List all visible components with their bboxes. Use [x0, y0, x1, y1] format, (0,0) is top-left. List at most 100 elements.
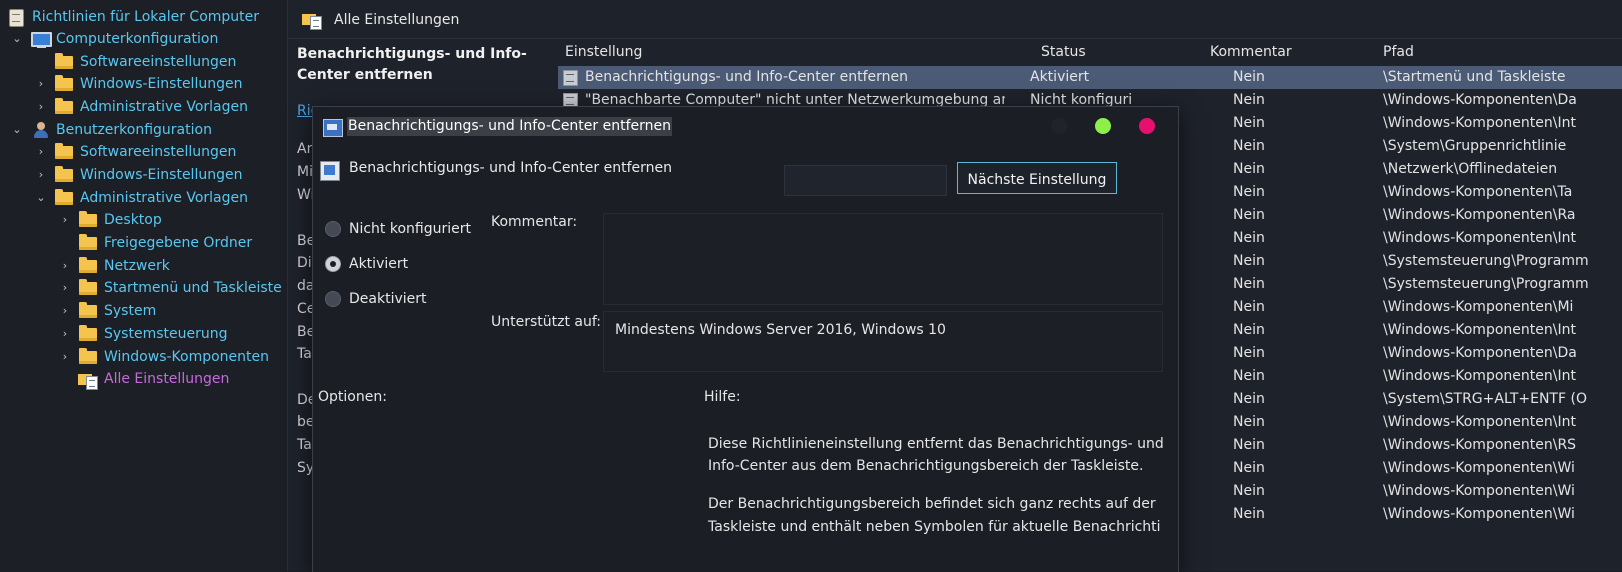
policy-setting-icon: [320, 161, 340, 181]
computer-icon: [30, 30, 52, 48]
tree-label: Administrative Vorlagen: [80, 99, 249, 115]
tree-item-system[interactable]: › System: [58, 300, 156, 322]
tree-label: Windows-Komponenten: [104, 349, 270, 365]
folder-icon: [54, 166, 74, 184]
description-text: Ta: [297, 437, 312, 453]
supported-on-label: Unterstützt auf:: [491, 314, 602, 330]
tree-item-all-settings[interactable]: Alle Einstellungen: [78, 368, 229, 390]
column-header-label: Status: [1041, 44, 1086, 60]
column-header-status[interactable]: ⌃ Status: [1041, 40, 1086, 60]
radio-not-configured[interactable]: Nicht konfiguriert: [325, 221, 471, 237]
radio-label: Nicht konfiguriert: [349, 221, 472, 237]
cell-path: \Windows-Komponenten\Int: [1383, 115, 1576, 131]
tree-item-network[interactable]: › Netzwerk: [58, 255, 170, 277]
close-button[interactable]: [1139, 118, 1155, 134]
cell-comment: Nein: [1233, 414, 1265, 430]
folder-icon: [54, 98, 74, 116]
tree-item-uc-admin[interactable]: ⌄ Administrative Vorlagen: [34, 187, 248, 209]
radio-disabled[interactable]: Deaktiviert: [325, 291, 427, 307]
folder-icon: [54, 189, 74, 207]
options-label: Optionen:: [318, 389, 387, 405]
maximize-button[interactable]: [1095, 118, 1111, 134]
tree-label: Computerkonfiguration: [56, 31, 219, 47]
folder-icon: [54, 75, 74, 93]
chevron-down-icon[interactable]: ⌄: [34, 187, 48, 209]
comment-textarea[interactable]: [603, 213, 1163, 305]
help-label: Hilfe:: [704, 389, 741, 405]
previous-setting-button[interactable]: [784, 165, 947, 196]
tree-item-uc-software[interactable]: › Softwareeinstellungen: [34, 141, 236, 163]
table-row[interactable]: Benachrichtigungs- und Info-Center entfe…: [558, 66, 1622, 89]
chevron-right-icon[interactable]: ›: [58, 209, 72, 231]
policy-dialog: Benachrichtigungs- und Info-Center entfe…: [312, 106, 1179, 572]
chevron-right-icon[interactable]: ›: [58, 300, 72, 322]
dialog-title: Benachrichtigungs- und Info-Center entfe…: [347, 117, 672, 136]
tree-item-cc-admin[interactable]: › Administrative Vorlagen: [34, 96, 248, 118]
cell-path: \Systemsteuerung\Programm: [1383, 253, 1589, 269]
cell-path: \Windows-Komponenten\Ta: [1383, 184, 1573, 200]
cell-comment: Nein: [1233, 299, 1265, 315]
tree-item-root[interactable]: Richtlinien für Lokaler Computer: [6, 6, 259, 28]
folder-icon: [78, 302, 98, 320]
folder-icon: [54, 53, 74, 71]
tree-item-uc-windows[interactable]: › Windows-Einstellungen: [34, 164, 242, 186]
cell-comment: Nein: [1233, 230, 1265, 246]
help-text: Der Benachrichtigungsbereich befindet si…: [708, 496, 1156, 512]
tree-item-cc-software[interactable]: Softwareeinstellungen: [54, 51, 236, 73]
tree-item-start-taskbar[interactable]: › Startmenü und Taskleiste: [58, 277, 282, 299]
cell-path: \Windows-Komponenten\Da: [1383, 345, 1577, 361]
cell-path: \System\Gruppenrichtlinie: [1383, 138, 1567, 154]
chevron-right-icon[interactable]: ›: [34, 96, 48, 118]
cell-setting: Benachrichtigungs- und Info-Center entfe…: [585, 69, 908, 85]
tree-item-user-config[interactable]: ⌄ Benutzerkonfiguration: [10, 119, 212, 141]
column-header-comment[interactable]: Kommentar: [1210, 44, 1292, 60]
radio-circle-selected[interactable]: [325, 256, 341, 272]
column-header-path[interactable]: Pfad: [1383, 44, 1414, 60]
radio-circle[interactable]: [325, 221, 341, 237]
tree-item-windows-components[interactable]: › Windows-Komponenten: [58, 346, 269, 368]
help-text: Taskleiste und enthält neben Symbolen fü…: [708, 519, 1161, 535]
chevron-right-icon[interactable]: ›: [58, 255, 72, 277]
description-text: Di: [297, 255, 312, 271]
tree-item-desktop[interactable]: › Desktop: [58, 209, 162, 231]
radio-label: Deaktiviert: [349, 291, 427, 307]
cell-path: \Windows-Komponenten\Wi: [1383, 483, 1575, 499]
tree-item-cc-windows[interactable]: › Windows-Einstellungen: [34, 73, 242, 95]
cell-path: \System\STRG+ALT+ENTF (O: [1383, 391, 1587, 407]
radio-circle[interactable]: [325, 291, 341, 307]
chevron-right-icon[interactable]: ›: [58, 277, 72, 299]
tree-item-control-panel[interactable]: › Systemsteuerung: [58, 323, 227, 345]
tree-label: Startmenü und Taskleiste: [104, 280, 282, 296]
cell-comment: Nein: [1233, 460, 1265, 476]
next-setting-button[interactable]: Nächste Einstellung: [957, 162, 1117, 194]
chevron-down-icon[interactable]: ⌄: [10, 119, 24, 141]
radio-label: Aktiviert: [349, 256, 409, 272]
chevron-down-icon[interactable]: ⌄: [10, 28, 24, 50]
cell-path: \Windows-Komponenten\Int: [1383, 368, 1576, 384]
cell-path: \Windows-Komponenten\Wi: [1383, 460, 1575, 476]
cell-comment: Nein: [1233, 322, 1265, 338]
chevron-right-icon[interactable]: ›: [34, 164, 48, 186]
chevron-right-icon[interactable]: ›: [34, 73, 48, 95]
supported-on-box: Mindestens Windows Server 2016, Windows …: [603, 311, 1163, 372]
tree-item-computer-config[interactable]: ⌄ Computerkonfiguration: [10, 28, 218, 50]
dialog-titlebar[interactable]: Benachrichtigungs- und Info-Center entfe…: [313, 107, 1178, 145]
cell-comment: Nein: [1233, 207, 1265, 223]
policy-window-icon: [323, 119, 343, 137]
tree-item-shared-folders[interactable]: Freigegebene Ordner: [78, 232, 252, 254]
column-header-setting[interactable]: Einstellung: [565, 44, 642, 60]
cell-status: Aktiviert: [1030, 69, 1090, 85]
tree-pane: Richtlinien für Lokaler Computer ⌄ Compu…: [0, 0, 285, 571]
help-text: Diese Richtlinieneinstellung entfernt da…: [708, 436, 1164, 452]
tree-label: Windows-Einstellungen: [80, 167, 243, 183]
cell-path: \Windows-Komponenten\Ra: [1383, 207, 1576, 223]
chevron-right-icon[interactable]: ›: [58, 323, 72, 345]
chevron-right-icon[interactable]: ›: [34, 141, 48, 163]
cell-comment: Nein: [1233, 161, 1265, 177]
policy-setting-icon: [563, 70, 578, 86]
cell-path: \Windows-Komponenten\Int: [1383, 322, 1576, 338]
cell-comment: Nein: [1233, 253, 1265, 269]
minimize-button[interactable]: [1051, 118, 1067, 134]
chevron-right-icon[interactable]: ›: [58, 346, 72, 368]
radio-enabled[interactable]: Aktiviert: [325, 256, 408, 272]
